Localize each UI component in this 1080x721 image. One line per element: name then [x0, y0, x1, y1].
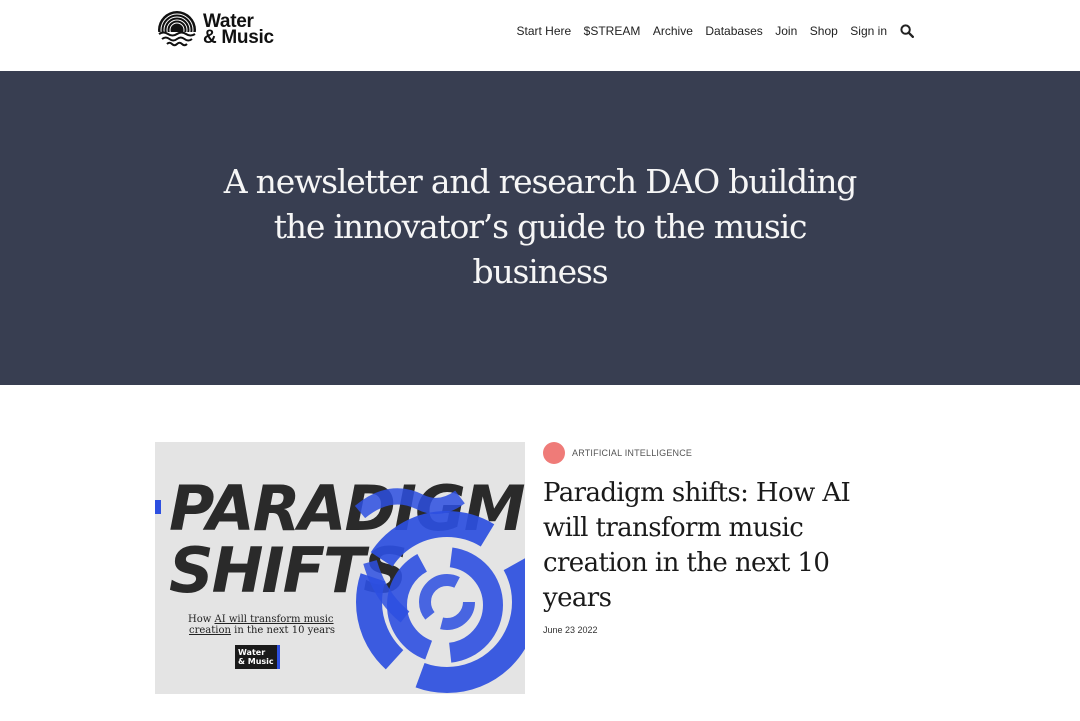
main-nav: Start Here $STREAM Archive Databases Joi… [504, 24, 914, 38]
post-meta: ARTIFICIAL INTELLIGENCE Paradigm shifts:… [543, 442, 883, 635]
nav-archive[interactable]: Archive [653, 24, 693, 38]
post-title[interactable]: Paradigm shifts: How AI will transform m… [543, 476, 883, 616]
cover-caption-line-2: creation in the next 10 years [189, 625, 335, 636]
post-date: June 23 2022 [543, 625, 598, 635]
site-logo[interactable]: Water & Music [157, 10, 274, 50]
cover-caption-link-2: creation [189, 625, 231, 636]
cover-caption-link-1: AI will transform music [213, 614, 333, 625]
hero-headline: A newsletter and research DAO building t… [223, 161, 858, 291]
nav-databases[interactable]: Databases [705, 24, 762, 38]
cover-caption-pre: How [188, 614, 214, 625]
post-tag[interactable]: ARTIFICIAL INTELLIGENCE [543, 442, 883, 464]
nav-join[interactable]: Join [775, 24, 797, 38]
nav-sign-in[interactable]: Sign in [850, 24, 887, 38]
cover-badge-line-2: & Music [238, 657, 274, 666]
vinyl-wave-logo-icon [157, 11, 197, 50]
logo-wordmark: Water & Music [203, 12, 274, 48]
nav-stream[interactable]: $STREAM [584, 24, 641, 38]
nav-shop[interactable]: Shop [810, 24, 838, 38]
tag-color-dot [543, 442, 565, 464]
cover-caption-post: in the next 10 years [231, 625, 335, 636]
cover-badge-line-1: Water [238, 648, 265, 657]
hero-banner: A newsletter and research DAO building t… [0, 71, 1080, 385]
site-header: Water & Music Start Here $STREAM Archive… [0, 0, 1080, 71]
featured-post: PARADIGM SHIFTS How AI will transform mu… [155, 442, 925, 694]
cover-caption-line-1: How AI will transform music [188, 614, 334, 625]
logo-line-2: & Music [203, 27, 274, 48]
post-cover-image[interactable]: PARADIGM SHIFTS How AI will transform mu… [155, 442, 525, 694]
search-icon[interactable] [900, 24, 914, 38]
nav-start-here[interactable]: Start Here [516, 24, 571, 38]
paradigm-shifts-cover-art: PARADIGM SHIFTS How AI will transform mu… [155, 442, 525, 694]
tag-label: ARTIFICIAL INTELLIGENCE [572, 448, 693, 458]
